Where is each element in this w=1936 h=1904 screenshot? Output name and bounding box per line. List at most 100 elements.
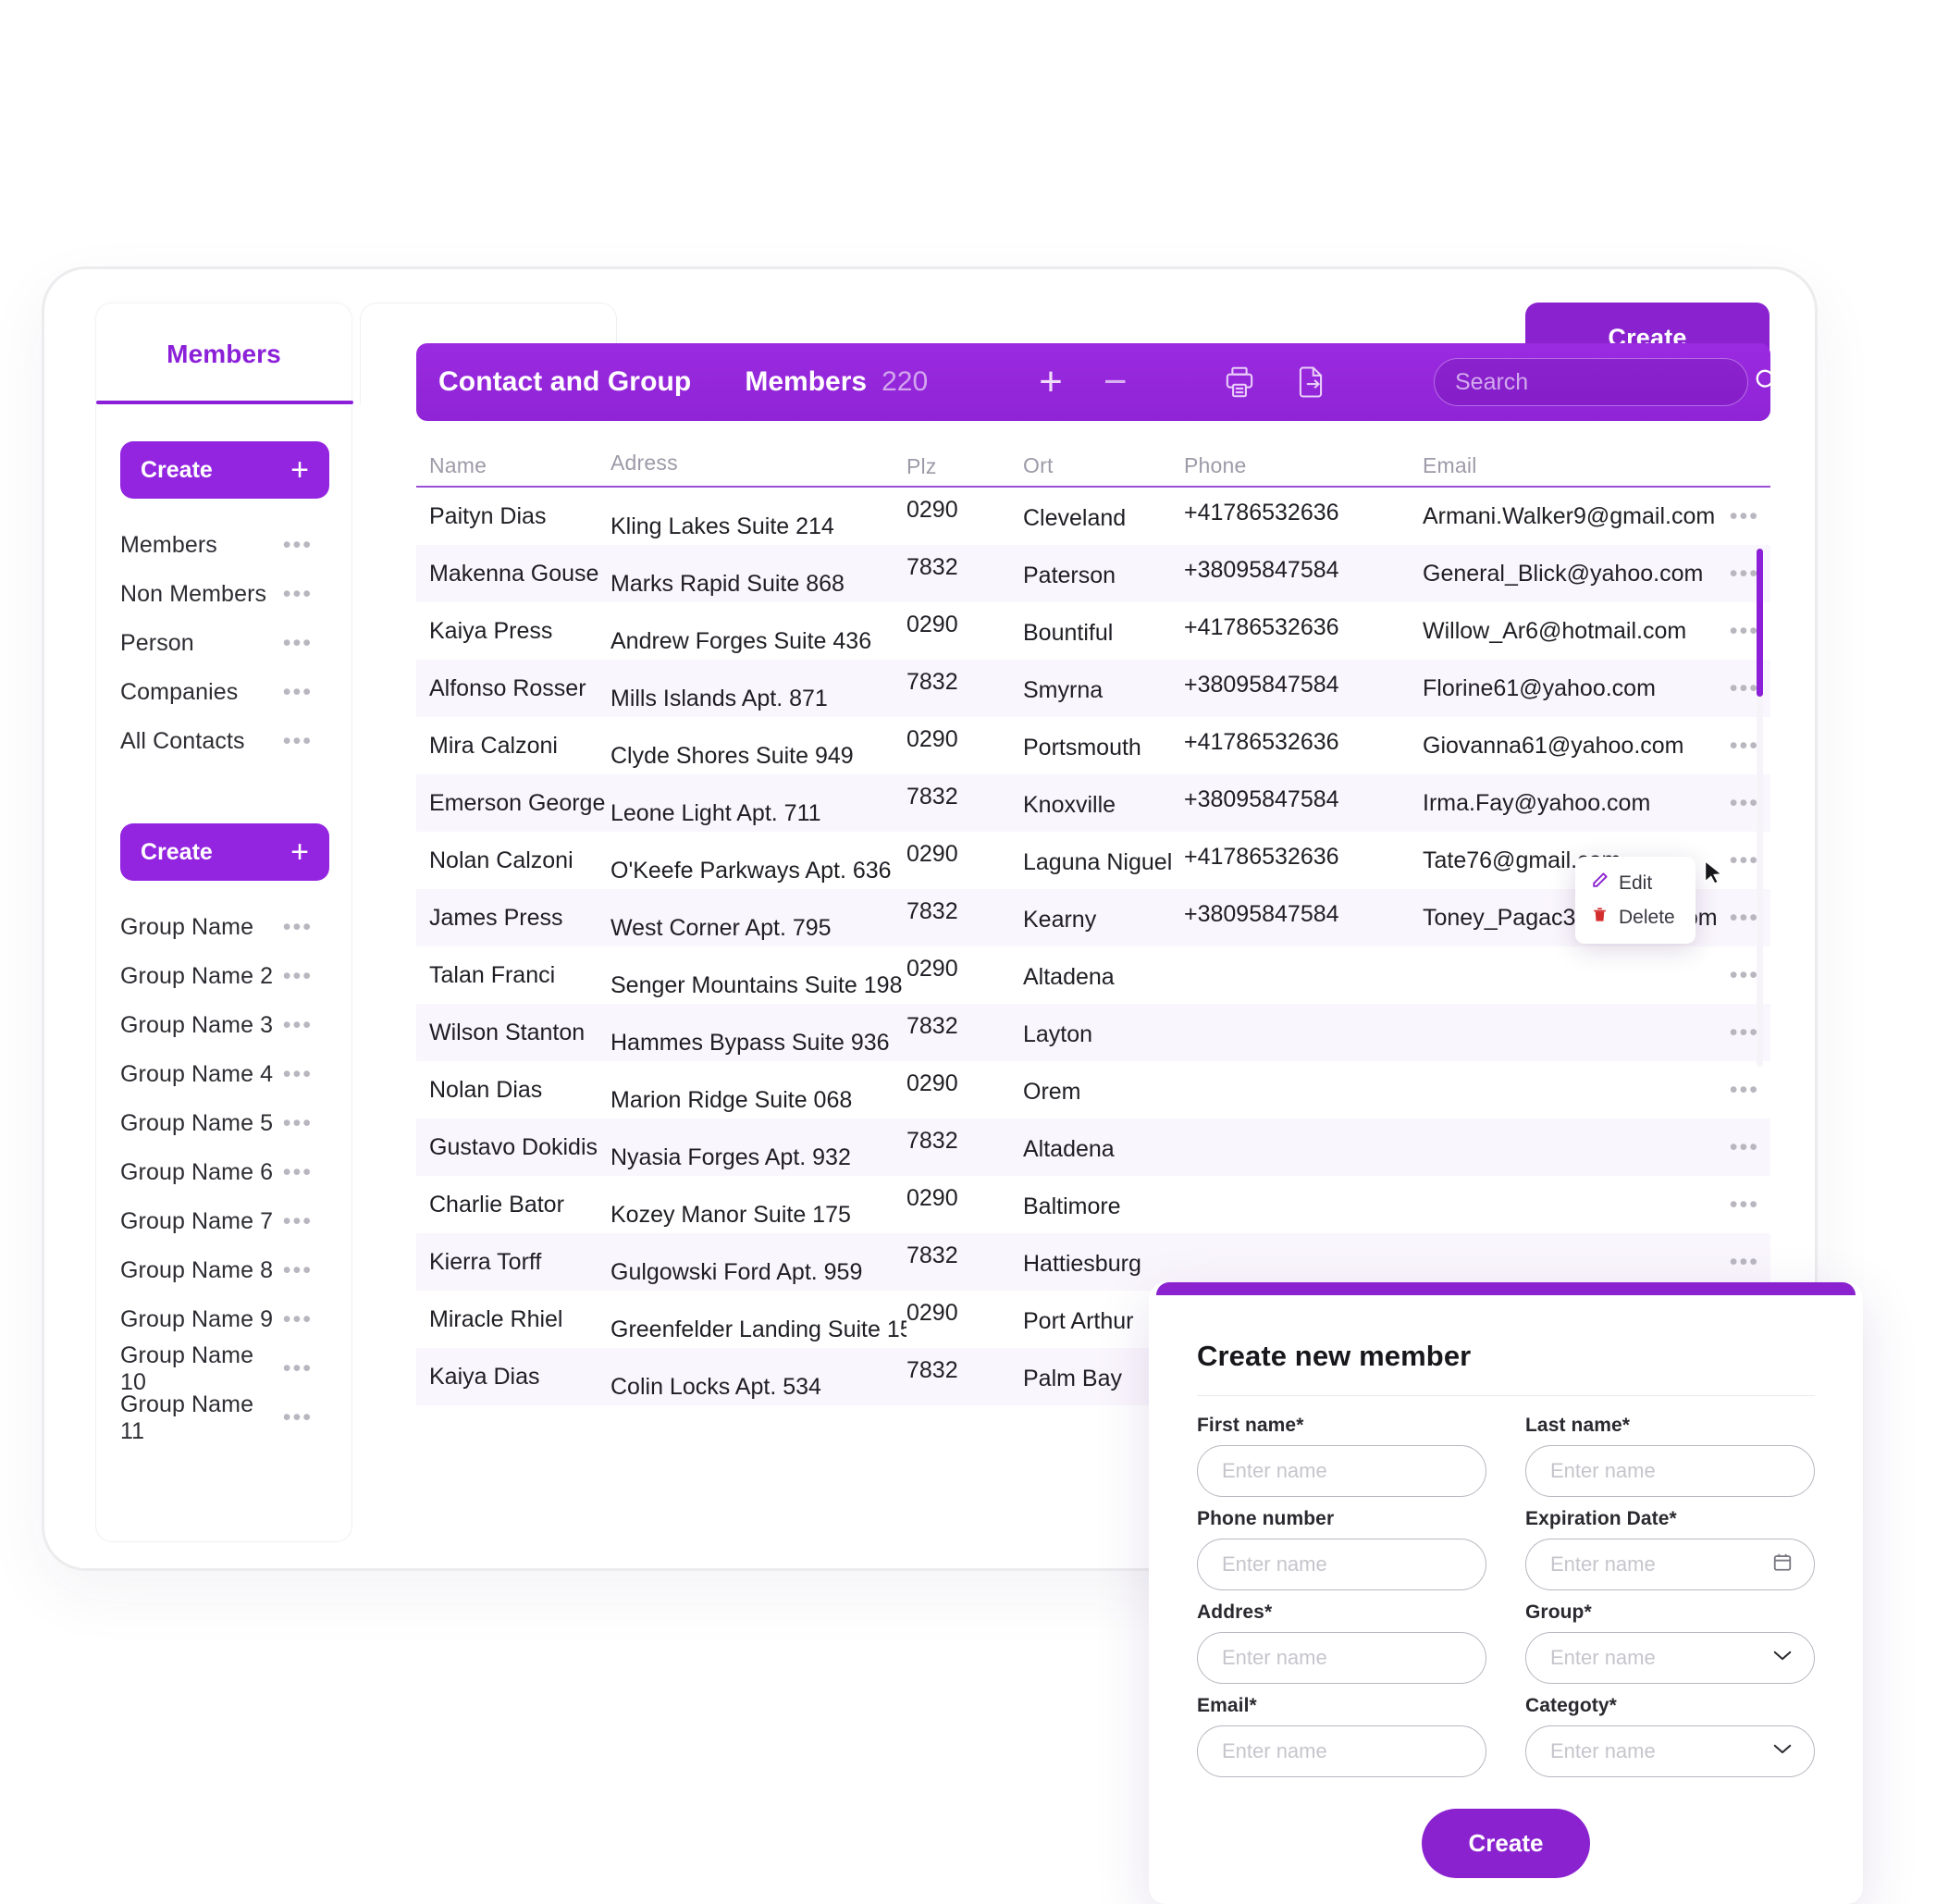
field-input[interactable]	[1197, 1539, 1486, 1590]
sidebar-group-item-8[interactable]: Group Name 8 •••	[120, 1246, 327, 1295]
row-overflow-icon[interactable]: •••	[1719, 511, 1770, 523]
table-scrollbar[interactable]	[1757, 549, 1763, 1067]
printer-icon[interactable]	[1224, 365, 1255, 399]
field-input[interactable]	[1525, 1539, 1815, 1590]
row-context-menu: Edit Delete	[1575, 857, 1696, 944]
minus-icon[interactable]: −	[1104, 361, 1128, 402]
cell-adress: Marion Ridge Suite 068	[610, 1086, 853, 1113]
field-input-wrap	[1197, 1632, 1486, 1684]
overflow-icon[interactable]: •••	[283, 1308, 313, 1330]
form-field-addres-: Addres*	[1197, 1601, 1486, 1684]
cell-adress: Mills Islands Apt. 871	[610, 685, 828, 711]
table-row[interactable]: Alfonso Rosser Mills Islands Apt. 871 7832…	[416, 660, 1770, 717]
sidebar-contacts-list: Members ••• Non Members ••• Person ••• C…	[120, 521, 327, 766]
field-input[interactable]	[1525, 1725, 1815, 1777]
submit-create-button[interactable]: Create	[1422, 1809, 1590, 1878]
sidebar-group-item-2[interactable]: Group Name 2 •••	[120, 952, 327, 1001]
sidebar-item-members[interactable]: Members •••	[120, 521, 327, 570]
overflow-icon[interactable]: •••	[283, 1063, 313, 1085]
context-menu-edit[interactable]: Edit	[1575, 866, 1696, 900]
sidebar-group-item-9[interactable]: Group Name 9 •••	[120, 1295, 327, 1344]
cell-ort: Altadena	[1023, 1135, 1115, 1162]
sidebar-create-group-button[interactable]: Create +	[120, 823, 329, 881]
sidebar-group-item-6[interactable]: Group Name 6 •••	[120, 1148, 327, 1197]
context-menu-delete-label: Delete	[1619, 906, 1675, 928]
sidebar-item-person[interactable]: Person •••	[120, 619, 327, 668]
sidebar-item-non-members[interactable]: Non Members •••	[120, 570, 327, 619]
cell-name: Gustavo Dokidis	[429, 1133, 598, 1160]
overflow-icon[interactable]: •••	[283, 730, 313, 752]
sidebar-group-label: Group Name 3	[120, 1012, 274, 1038]
table-row[interactable]: Charlie Bator Kozey Manor Suite 175 0290 Ba…	[416, 1176, 1770, 1233]
overflow-icon[interactable]: •••	[283, 1357, 313, 1379]
sidebar-item-all-contacts[interactable]: All Contacts •••	[120, 717, 327, 766]
overflow-icon[interactable]: •••	[283, 1259, 313, 1281]
overflow-icon[interactable]: •••	[283, 965, 313, 987]
overflow-icon[interactable]: •••	[283, 1406, 313, 1428]
sidebar-group-item-11[interactable]: Group Name 11 •••	[120, 1391, 327, 1444]
table-row[interactable]: Talan Franci Senger Mountains Suite 198 02…	[416, 946, 1770, 1004]
cell-adress: Nyasia Forges Apt. 932	[610, 1144, 851, 1170]
context-menu-delete[interactable]: Delete	[1575, 900, 1696, 934]
sidebar-group-item-3[interactable]: Group Name 3 •••	[120, 1001, 327, 1050]
cell-phone: +41786532636	[1184, 728, 1339, 755]
overflow-icon[interactable]: •••	[283, 1210, 313, 1232]
overflow-icon[interactable]: •••	[283, 1112, 313, 1134]
search-icon[interactable]	[1753, 366, 1770, 399]
search-box[interactable]	[1434, 358, 1770, 406]
field-input[interactable]	[1525, 1445, 1815, 1497]
overflow-icon[interactable]: •••	[283, 1014, 313, 1036]
table-row[interactable]: Makenna Gouse Marks Rapid Suite 868 7832 Pa…	[416, 545, 1770, 602]
table-row[interactable]: Nolan Calzoni O'Keefe Parkways Apt. 636 02…	[416, 832, 1770, 889]
table-row[interactable]: Emerson George Leone Light Apt. 711 7832 Kn…	[416, 774, 1770, 832]
table-row[interactable]: Wilson Stanton Hammes Bypass Suite 936 783…	[416, 1004, 1770, 1061]
table-row[interactable]: Kaiya Press Andrew Forges Suite 436 0290 Bo…	[416, 602, 1770, 660]
row-overflow-icon[interactable]: •••	[1719, 1084, 1770, 1096]
form-field-email-: Email*	[1197, 1695, 1486, 1777]
sidebar-item-label: Non Members	[120, 581, 267, 607]
field-input-wrap	[1525, 1539, 1815, 1590]
cell-name: Makenna Gouse	[429, 560, 599, 587]
export-icon[interactable]	[1296, 365, 1326, 399]
overflow-icon[interactable]: •••	[283, 916, 313, 938]
table-row[interactable]: Mira Calzoni Clyde Shores Suite 949 0290 Po…	[416, 717, 1770, 774]
plus-icon[interactable]: +	[1039, 361, 1063, 402]
sidebar-item-label: Companies	[120, 679, 239, 705]
row-overflow-icon[interactable]: •••	[1719, 1142, 1770, 1154]
overflow-icon[interactable]: •••	[283, 583, 313, 605]
table-row[interactable]: Nolan Dias Marion Ridge Suite 068 0290 Orem…	[416, 1061, 1770, 1119]
field-label: Phone number	[1197, 1508, 1335, 1529]
field-input[interactable]	[1197, 1445, 1486, 1497]
field-input[interactable]	[1525, 1632, 1815, 1684]
sidebar-group-item-1[interactable]: Group Name •••	[120, 903, 327, 952]
overflow-icon[interactable]: •••	[283, 534, 313, 556]
overflow-icon[interactable]: •••	[283, 681, 313, 703]
cell-plz: 7832	[906, 668, 958, 695]
field-input[interactable]	[1197, 1632, 1486, 1684]
sidebar-create-contact-button[interactable]: Create +	[120, 441, 329, 499]
overflow-icon[interactable]: •••	[283, 632, 313, 654]
search-input[interactable]	[1455, 368, 1753, 396]
table-row[interactable]: Gustavo Dokidis Nyasia Forges Apt. 932 783…	[416, 1119, 1770, 1176]
field-input[interactable]	[1197, 1725, 1486, 1777]
table-row[interactable]: James Press West Corner Apt. 795 7832 Kearn…	[416, 889, 1770, 946]
cell-plz: 0290	[906, 955, 958, 982]
scrollbar-thumb[interactable]	[1757, 549, 1763, 697]
sidebar-item-label: Members	[120, 532, 217, 558]
overflow-icon[interactable]: •••	[283, 1161, 313, 1183]
cell-ort: Smyrna	[1023, 676, 1104, 703]
panel-accent-bar	[1156, 1282, 1856, 1295]
table-row[interactable]: Paityn Dias Kling Lakes Suite 214 0290 Clev…	[416, 488, 1770, 545]
sidebar-group-item-10[interactable]: Group Name 10 •••	[120, 1342, 327, 1395]
sidebar-group-item-4[interactable]: Group Name 4 •••	[120, 1050, 327, 1099]
row-overflow-icon[interactable]: •••	[1719, 1199, 1770, 1211]
cell-name: Kaiya Press	[429, 617, 553, 644]
sidebar-group-item-5[interactable]: Group Name 5 •••	[120, 1099, 327, 1148]
cell-email: Armani.Walker9@gmail.com	[1423, 502, 1716, 529]
cell-ort: Bountiful	[1023, 619, 1114, 646]
sidebar-group-item-7[interactable]: Group Name 7 •••	[120, 1197, 327, 1246]
tab-members[interactable]: Members	[95, 303, 353, 404]
sidebar-item-companies[interactable]: Companies •••	[120, 668, 327, 717]
field-input-wrap	[1197, 1445, 1486, 1497]
row-overflow-icon[interactable]: •••	[1719, 1256, 1770, 1268]
